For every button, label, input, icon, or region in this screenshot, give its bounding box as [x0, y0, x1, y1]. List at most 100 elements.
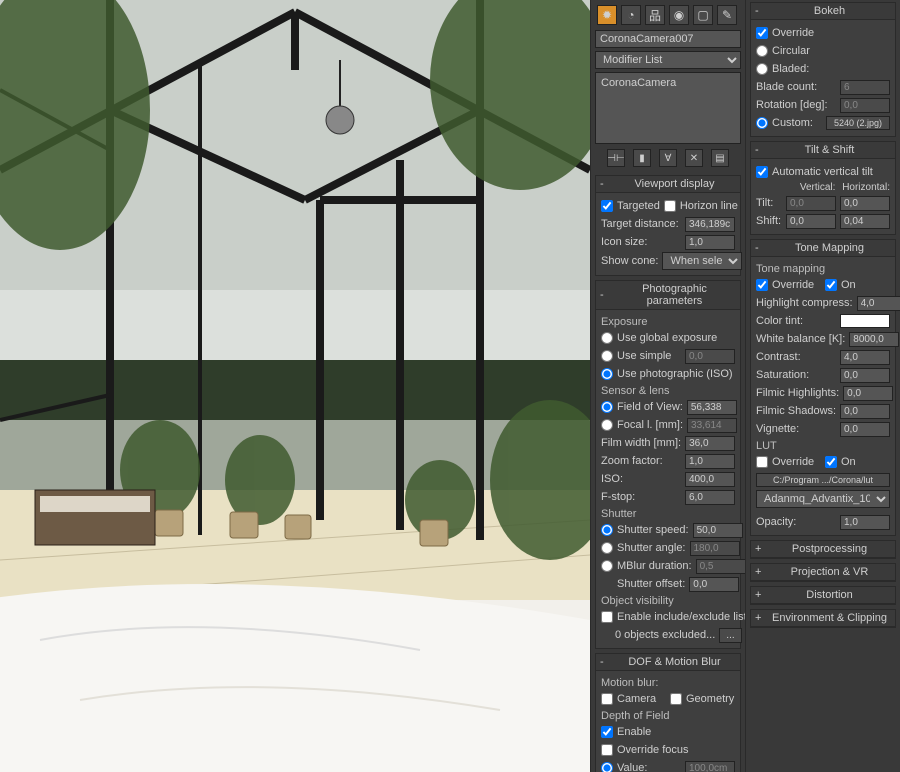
- lut-opacity-spinner[interactable]: [840, 515, 890, 530]
- rollout-header-tilt[interactable]: -Tilt & Shift: [751, 142, 895, 159]
- sangle-spinner[interactable]: [690, 541, 740, 556]
- rollout-header-viewport[interactable]: -Viewport display: [596, 176, 740, 193]
- object-name-field[interactable]: [595, 30, 741, 48]
- focal-radio[interactable]: [601, 419, 613, 431]
- wb-spinner[interactable]: [849, 332, 899, 347]
- objvis-subheader: Object visibility: [601, 595, 735, 607]
- show-end-result-icon[interactable]: ▮: [633, 149, 651, 167]
- horizon-label: Horizon line: [680, 200, 738, 212]
- sangle-radio[interactable]: [601, 542, 613, 554]
- rollout-header-bokeh[interactable]: -Bokeh: [751, 3, 895, 20]
- exposure-subheader: Exposure: [601, 316, 735, 328]
- configure-sets-icon[interactable]: ▤: [711, 149, 729, 167]
- pin-stack-icon[interactable]: ⊣⊢: [607, 149, 625, 167]
- show-cone-dropdown[interactable]: When selected: [662, 252, 742, 270]
- film-spinner[interactable]: [685, 436, 735, 451]
- modifier-list-dropdown[interactable]: Modifier List: [595, 51, 741, 69]
- mblur-camera-checkbox[interactable]: [601, 693, 613, 705]
- tilt-v-spinner[interactable]: [786, 196, 836, 211]
- display-tab-icon[interactable]: ▢: [693, 5, 713, 25]
- icon-size-spinner[interactable]: [685, 235, 735, 250]
- bokeh-override-checkbox[interactable]: [756, 27, 768, 39]
- stack-controls: ⊣⊢ ▮ ∀ ✕ ▤: [595, 149, 741, 167]
- make-unique-icon[interactable]: ∀: [659, 149, 677, 167]
- rollout-header-env[interactable]: +Environment & Clipping: [751, 610, 895, 627]
- shift-v-spinner[interactable]: [786, 214, 836, 229]
- dof-value-radio[interactable]: [601, 762, 613, 772]
- rollout-header-distortion[interactable]: +Distortion: [751, 587, 895, 604]
- bokeh-bladed-radio[interactable]: [756, 63, 768, 75]
- rollout-distortion: +Distortion: [750, 586, 896, 605]
- horizon-checkbox[interactable]: [664, 200, 676, 212]
- modifier-stack[interactable]: CoronaCamera: [595, 72, 741, 144]
- use-simple-radio[interactable]: [601, 350, 613, 362]
- mblur-spinner[interactable]: [696, 559, 745, 574]
- bokeh-custom-button[interactable]: 5240 (2.jpg): [826, 116, 890, 130]
- iso-spinner[interactable]: [685, 472, 735, 487]
- vig-spinner[interactable]: [840, 422, 890, 437]
- hc-spinner[interactable]: [857, 296, 900, 311]
- bokeh-circular-radio[interactable]: [756, 45, 768, 57]
- targeted-checkbox[interactable]: [601, 200, 613, 212]
- modify-tab-icon[interactable]: ◔: [621, 5, 641, 25]
- mblur-radio[interactable]: [601, 560, 613, 572]
- rollout-tilt-shift: -Tilt & Shift Automatic vertical tilt Ve…: [750, 141, 896, 235]
- motion-tab-icon[interactable]: ◉: [669, 5, 689, 25]
- utilities-tab-icon[interactable]: ✎: [717, 5, 737, 25]
- tilt-h-spinner[interactable]: [840, 196, 890, 211]
- lut-on-checkbox[interactable]: [825, 456, 837, 468]
- fstop-spinner[interactable]: [685, 490, 735, 505]
- focal-spinner[interactable]: [687, 418, 737, 433]
- fov-radio[interactable]: [601, 401, 613, 413]
- lut-path-button[interactable]: C:/Program .../Corona/lut: [756, 473, 890, 487]
- fh-spinner[interactable]: [843, 386, 893, 401]
- sat-spinner[interactable]: [840, 368, 890, 383]
- fov-spinner[interactable]: [687, 400, 737, 415]
- zoom-spinner[interactable]: [685, 454, 735, 469]
- rollout-postprocessing: +Postprocessing: [750, 540, 896, 559]
- blade-count-spinner[interactable]: [840, 80, 890, 95]
- color-tint-swatch[interactable]: [840, 314, 890, 328]
- lut-override-checkbox[interactable]: [756, 456, 768, 468]
- remove-modifier-icon[interactable]: ✕: [685, 149, 703, 167]
- hierarchy-tab-icon[interactable]: 品: [645, 5, 665, 25]
- rollout-tone-mapping: -Tone Mapping Tone mapping Override On H…: [750, 239, 896, 536]
- rollout-bokeh: -Bokeh Override Circular Bladed: Blade c…: [750, 2, 896, 137]
- use-iso-radio[interactable]: [601, 368, 613, 380]
- sspeed-radio[interactable]: [601, 524, 613, 536]
- rollout-header-projection[interactable]: +Projection & VR: [751, 564, 895, 581]
- bokeh-rotation-spinner[interactable]: [840, 98, 890, 113]
- target-distance-spinner[interactable]: [685, 217, 735, 232]
- tone-on-checkbox[interactable]: [825, 279, 837, 291]
- rollout-photographic: -Photographic parameters Exposure Use gl…: [595, 280, 741, 649]
- enable-list-checkbox[interactable]: [601, 611, 613, 623]
- modify-panel: ✹ ◔ 品 ◉ ▢ ✎ Modifier List CoronaCamera ⊣…: [590, 0, 745, 772]
- icon-size-label: Icon size:: [601, 236, 681, 248]
- create-tab-icon[interactable]: ✹: [597, 5, 617, 25]
- stack-item-camera[interactable]: CoronaCamera: [599, 76, 737, 90]
- use-global-radio[interactable]: [601, 332, 613, 344]
- fs-spinner[interactable]: [840, 404, 890, 419]
- rollout-header-tone[interactable]: -Tone Mapping: [751, 240, 895, 257]
- shift-h-spinner[interactable]: [840, 214, 890, 229]
- rollout-header-dof[interactable]: -DOF & Motion Blur: [596, 654, 740, 671]
- rollout-header-post[interactable]: +Postprocessing: [751, 541, 895, 558]
- rollout-header-photo[interactable]: -Photographic parameters: [596, 281, 740, 310]
- dof-value-spinner[interactable]: [685, 761, 735, 772]
- mblur-geometry-checkbox[interactable]: [670, 693, 682, 705]
- soff-spinner[interactable]: [689, 577, 739, 592]
- dof-enable-checkbox[interactable]: [601, 726, 613, 738]
- sspeed-spinner[interactable]: [693, 523, 743, 538]
- simple-spinner[interactable]: [685, 349, 735, 364]
- rollout-environment: +Environment & Clipping: [750, 609, 896, 628]
- targeted-label: Targeted: [617, 200, 660, 212]
- auto-tilt-checkbox[interactable]: [756, 166, 768, 178]
- excluded-button[interactable]: ...: [719, 628, 741, 643]
- bokeh-custom-radio[interactable]: [756, 117, 768, 129]
- shutter-subheader: Shutter: [601, 508, 735, 520]
- tone-override-checkbox[interactable]: [756, 279, 768, 291]
- contrast-spinner[interactable]: [840, 350, 890, 365]
- rollout-projection: +Projection & VR: [750, 563, 896, 582]
- dof-override-checkbox[interactable]: [601, 744, 613, 756]
- lut-dropdown[interactable]: Adanmq_Advantix_100: [756, 490, 890, 508]
